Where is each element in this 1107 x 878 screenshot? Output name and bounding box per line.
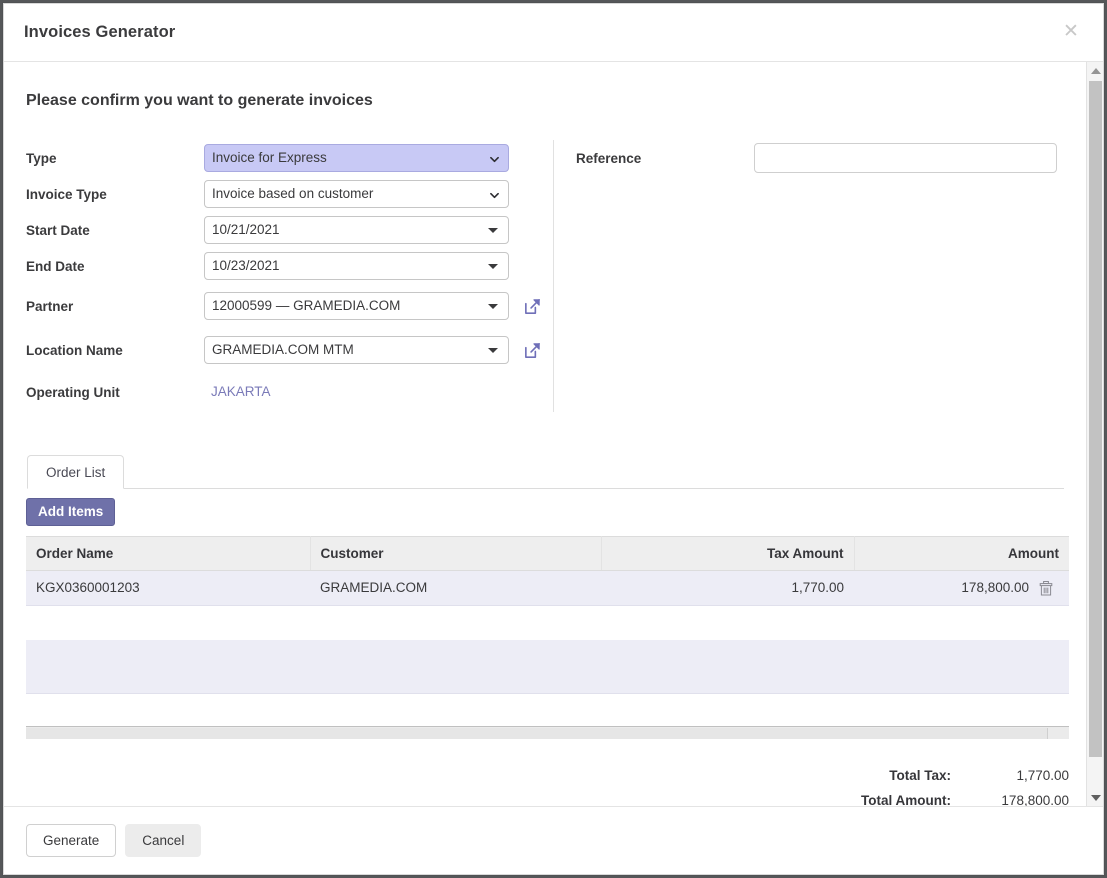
add-items-button[interactable]: Add Items <box>26 498 116 526</box>
end-date-select[interactable]: 10/23/2021 <box>204 252 509 280</box>
label-operating-unit: Operating Unit <box>26 384 120 400</box>
control-invoice-type: Invoice based on customer <box>204 180 509 208</box>
total-amount-value: 178,800.00 <box>1001 792 1069 806</box>
total-amount-label: Total Amount: <box>861 792 951 806</box>
control-type: Invoice for Express <box>204 144 509 172</box>
field-row-partner: Partner 12000599 — GRAMEDIA.COM <box>26 284 553 328</box>
table-row[interactable]: KGX0360001203 GRAMEDIA.COM 1,770.00 178,… <box>26 570 1069 606</box>
tabs-zone: Order List Add Items <box>26 452 1064 526</box>
label-location-name: Location Name <box>26 342 123 358</box>
invoice-type-select-value: Invoice based on customer <box>212 186 374 201</box>
cancel-button[interactable]: Cancel <box>125 824 202 857</box>
column-header-customer[interactable]: Customer <box>310 536 602 571</box>
label-end-date: End Date <box>26 258 85 274</box>
chevron-down-icon <box>490 156 499 163</box>
partner-value: 12000599 — GRAMEDIA.COM <box>212 298 401 313</box>
horizontal-scroll-thumb[interactable] <box>26 727 1049 739</box>
tab-order-list-label: Order List <box>46 465 106 480</box>
control-operating-unit: JAKARTA <box>204 378 271 406</box>
cell-delete <box>1039 570 1069 606</box>
start-date-value: 10/21/2021 <box>212 222 280 237</box>
invoice-type-select[interactable]: Invoice based on customer <box>204 180 509 208</box>
triangle-down-icon <box>488 264 498 269</box>
invoices-generator-dialog: Invoices Generator ✕ Please confirm you … <box>3 3 1104 875</box>
cell-empty <box>26 639 1069 694</box>
table-gap <box>26 606 1064 640</box>
triangle-down-icon <box>488 228 498 233</box>
scroll-down-icon[interactable] <box>1087 789 1103 806</box>
order-list-table: Order Name Customer Tax Amount Amount KG… <box>26 536 1069 606</box>
field-row-location-name: Location Name GRAMEDIA.COM MTM <box>26 328 553 372</box>
chevron-down-icon <box>490 192 499 199</box>
field-row-invoice-type: Invoice Type Invoice based on customer <box>26 176 553 212</box>
totals-section: Total Tax: 1,770.00 Total Amount: 178,80… <box>26 763 1069 806</box>
column-header-order-name[interactable]: Order Name <box>26 536 311 571</box>
triangle-down-icon <box>488 304 498 309</box>
column-header-amount[interactable]: Amount <box>854 536 1069 571</box>
external-link-icon[interactable] <box>523 297 542 316</box>
control-partner: 12000599 — GRAMEDIA.COM <box>204 292 542 320</box>
table-head: Order Name Customer Tax Amount Amount <box>26 536 1069 571</box>
field-row-type: Type Invoice for Express <box>26 140 553 176</box>
total-amount-row: Total Amount: 178,800.00 <box>26 788 1069 806</box>
scroll-up-icon[interactable] <box>1087 62 1103 79</box>
dialog-header: Invoices Generator ✕ <box>4 4 1103 62</box>
field-row-reference: Reference <box>576 140 1064 176</box>
location-name-select[interactable]: GRAMEDIA.COM MTM <box>204 336 509 364</box>
label-partner: Partner <box>26 298 74 314</box>
form-column-right: Reference <box>554 140 1064 176</box>
control-end-date: 10/23/2021 <box>204 252 509 280</box>
order-list-table-wrapper: Order Name Customer Tax Amount Amount KG… <box>26 536 1069 739</box>
label-invoice-type: Invoice Type <box>26 186 107 202</box>
cell-order-name: KGX0360001203 <box>26 570 310 606</box>
field-row-start-date: Start Date 10/21/2021 <box>26 212 553 248</box>
table-header-row: Order Name Customer Tax Amount Amount <box>26 536 1069 571</box>
total-tax-value: 1,770.00 <box>1016 767 1069 783</box>
tabstrip: Order List <box>27 452 1064 489</box>
partner-select[interactable]: 12000599 — GRAMEDIA.COM <box>204 292 509 320</box>
dialog-body: Please confirm you want to generate invo… <box>4 62 1086 806</box>
reference-input[interactable] <box>754 143 1057 173</box>
start-date-select[interactable]: 10/21/2021 <box>204 216 509 244</box>
field-row-end-date: End Date 10/23/2021 <box>26 248 553 284</box>
close-icon[interactable]: ✕ <box>1059 21 1083 45</box>
generate-button[interactable]: Generate <box>26 824 117 857</box>
end-date-value: 10/23/2021 <box>212 258 280 273</box>
vertical-scroll-thumb[interactable] <box>1089 81 1102 757</box>
label-start-date: Start Date <box>26 222 90 238</box>
table-row-empty <box>26 639 1069 694</box>
table-horizontal-scrollbar[interactable] <box>26 725 1069 739</box>
operating-unit-value: JAKARTA <box>211 384 271 399</box>
cell-customer: GRAMEDIA.COM <box>310 570 601 606</box>
control-location-name: GRAMEDIA.COM MTM <box>204 336 542 364</box>
external-link-icon[interactable] <box>523 341 542 360</box>
dialog-footer: Generate Cancel <box>4 806 1103 874</box>
dialog-vertical-scrollbar[interactable] <box>1086 62 1103 806</box>
total-tax-label: Total Tax: <box>889 767 951 783</box>
location-name-value: GRAMEDIA.COM MTM <box>212 342 354 357</box>
label-type: Type <box>26 150 57 166</box>
dialog-title: Invoices Generator <box>24 23 176 41</box>
table-body: KGX0360001203 GRAMEDIA.COM 1,770.00 178,… <box>26 570 1069 606</box>
confirm-heading: Please confirm you want to generate invo… <box>26 92 373 109</box>
control-start-date: 10/21/2021 <box>204 216 509 244</box>
order-list-empty-strip <box>26 639 1069 694</box>
tab-order-list[interactable]: Order List <box>27 455 125 489</box>
triangle-down-icon <box>488 348 498 353</box>
cell-tax-amount: 1,770.00 <box>601 570 854 606</box>
form-area: Type Invoice for Express Invoice Type In… <box>26 140 1064 412</box>
trash-icon[interactable] <box>1039 580 1053 596</box>
form-column-left: Type Invoice for Express Invoice Type In… <box>26 140 554 412</box>
label-reference: Reference <box>576 150 642 166</box>
cell-amount: 178,800.00 <box>854 570 1039 606</box>
total-tax-row: Total Tax: 1,770.00 <box>26 763 1069 788</box>
control-reference <box>754 143 1057 173</box>
type-select[interactable]: Invoice for Express <box>204 144 509 172</box>
field-row-operating-unit: Operating Unit JAKARTA <box>26 372 553 412</box>
dialog-body-wrapper: Please confirm you want to generate invo… <box>4 62 1103 806</box>
column-header-tax-amount[interactable]: Tax Amount <box>601 536 855 571</box>
type-select-value: Invoice for Express <box>212 150 327 165</box>
